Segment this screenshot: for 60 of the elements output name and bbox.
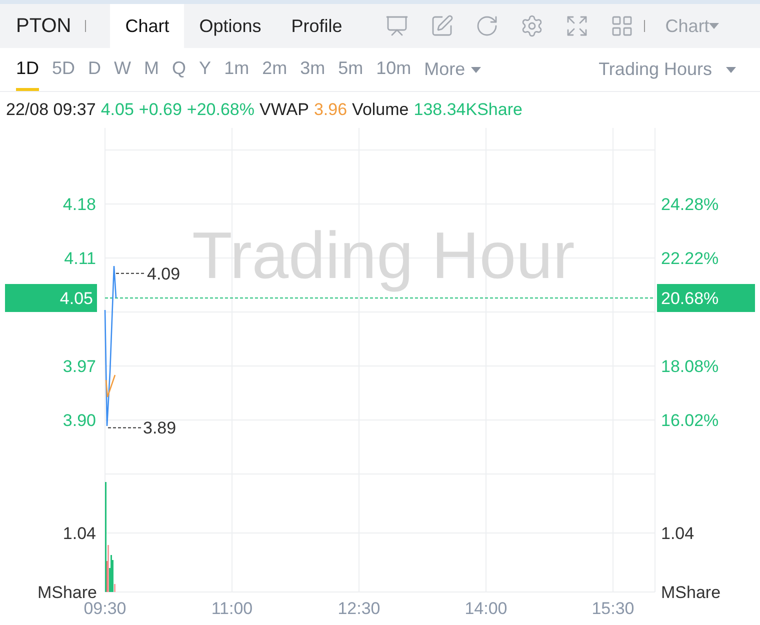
tab[interactable]: Options (184, 4, 276, 48)
pencil-icon[interactable] (430, 14, 454, 38)
vwap-value: 3.96 (314, 99, 348, 122)
price-axis-label: 3.90 (62, 411, 96, 430)
time-axis-label: 11:00 (211, 599, 253, 618)
period-tab[interactable]: 10m (376, 48, 412, 91)
vwap-label: VWAP (260, 99, 309, 122)
last-price-badge: 4.05 (5, 284, 97, 312)
settings-icon[interactable] (520, 14, 544, 38)
percent-axis-label: 16.02% (661, 411, 719, 430)
price-axis-label: 4.11 (64, 249, 96, 268)
vwap-line (105, 374, 116, 398)
ticker-symbol: PTON (16, 14, 72, 39)
period-tab[interactable]: 5m (338, 48, 364, 91)
volume-label: Volume (352, 99, 409, 122)
caret-icon (726, 66, 736, 72)
price-axis-label: 4.18 (62, 195, 96, 214)
time-axis-label: 12:30 (338, 599, 380, 618)
period-tab[interactable]: Y (199, 48, 212, 91)
volume-value: 138.34KShare (414, 99, 522, 122)
tab[interactable]: Chart (110, 4, 184, 48)
grid-icon[interactable] (610, 14, 634, 38)
percent-change: +20.68% (186, 99, 255, 122)
quote-time: 22/08 09:37 (6, 99, 96, 122)
volume-axis-label: 1.04 (661, 524, 694, 543)
expand-icon[interactable] (565, 14, 590, 38)
period-tab[interactable]: 5D (52, 48, 76, 91)
time-axis-label: 14:00 (464, 599, 508, 618)
chart-monitor-icon[interactable] (385, 14, 410, 38)
period-tab[interactable]: 2m (262, 48, 288, 91)
period-tab[interactable]: Q (172, 48, 186, 91)
caret-icon (709, 23, 720, 29)
percent-axis-label: 18.08% (661, 357, 719, 376)
period-tab[interactable]: M (144, 48, 160, 91)
low-price-label: 3.89 (143, 418, 176, 438)
time-axis-label: 09:30 (84, 599, 126, 618)
period-tab[interactable]: 3m (300, 48, 326, 91)
percent-axis-label: 22.22% (661, 249, 719, 268)
percent-axis-label: 24.28% (661, 195, 719, 214)
tab[interactable]: Profile (276, 4, 358, 48)
volume-axis-label: 1.04 (62, 524, 96, 543)
time-axis-label: 15:30 (592, 599, 634, 618)
session-dropdown[interactable]: Trading Hours (598, 56, 736, 83)
leader-line (108, 427, 142, 428)
period-tab[interactable]: D (88, 48, 102, 91)
chart-type-dropdown[interactable]: Chart (665, 12, 720, 40)
price-axis-label: 3.97 (62, 357, 96, 376)
price-change: +0.69 (138, 99, 182, 122)
period-tab[interactable]: 1m (224, 48, 250, 91)
volume-unit-label: MShare (37, 583, 97, 602)
high-price-label: 4.09 (147, 264, 180, 284)
refresh-icon[interactable] (475, 14, 500, 38)
period-tab[interactable]: 1D (16, 48, 40, 91)
period-tab[interactable]: W (114, 48, 132, 91)
leader-line (116, 272, 146, 274)
last-price: 4.05 (100, 99, 134, 122)
last-percent-badge: 20.68% (657, 284, 755, 312)
more-dropdown[interactable]: More (424, 56, 482, 83)
caret-icon (471, 66, 482, 72)
volume-unit-label: MShare (661, 583, 721, 602)
